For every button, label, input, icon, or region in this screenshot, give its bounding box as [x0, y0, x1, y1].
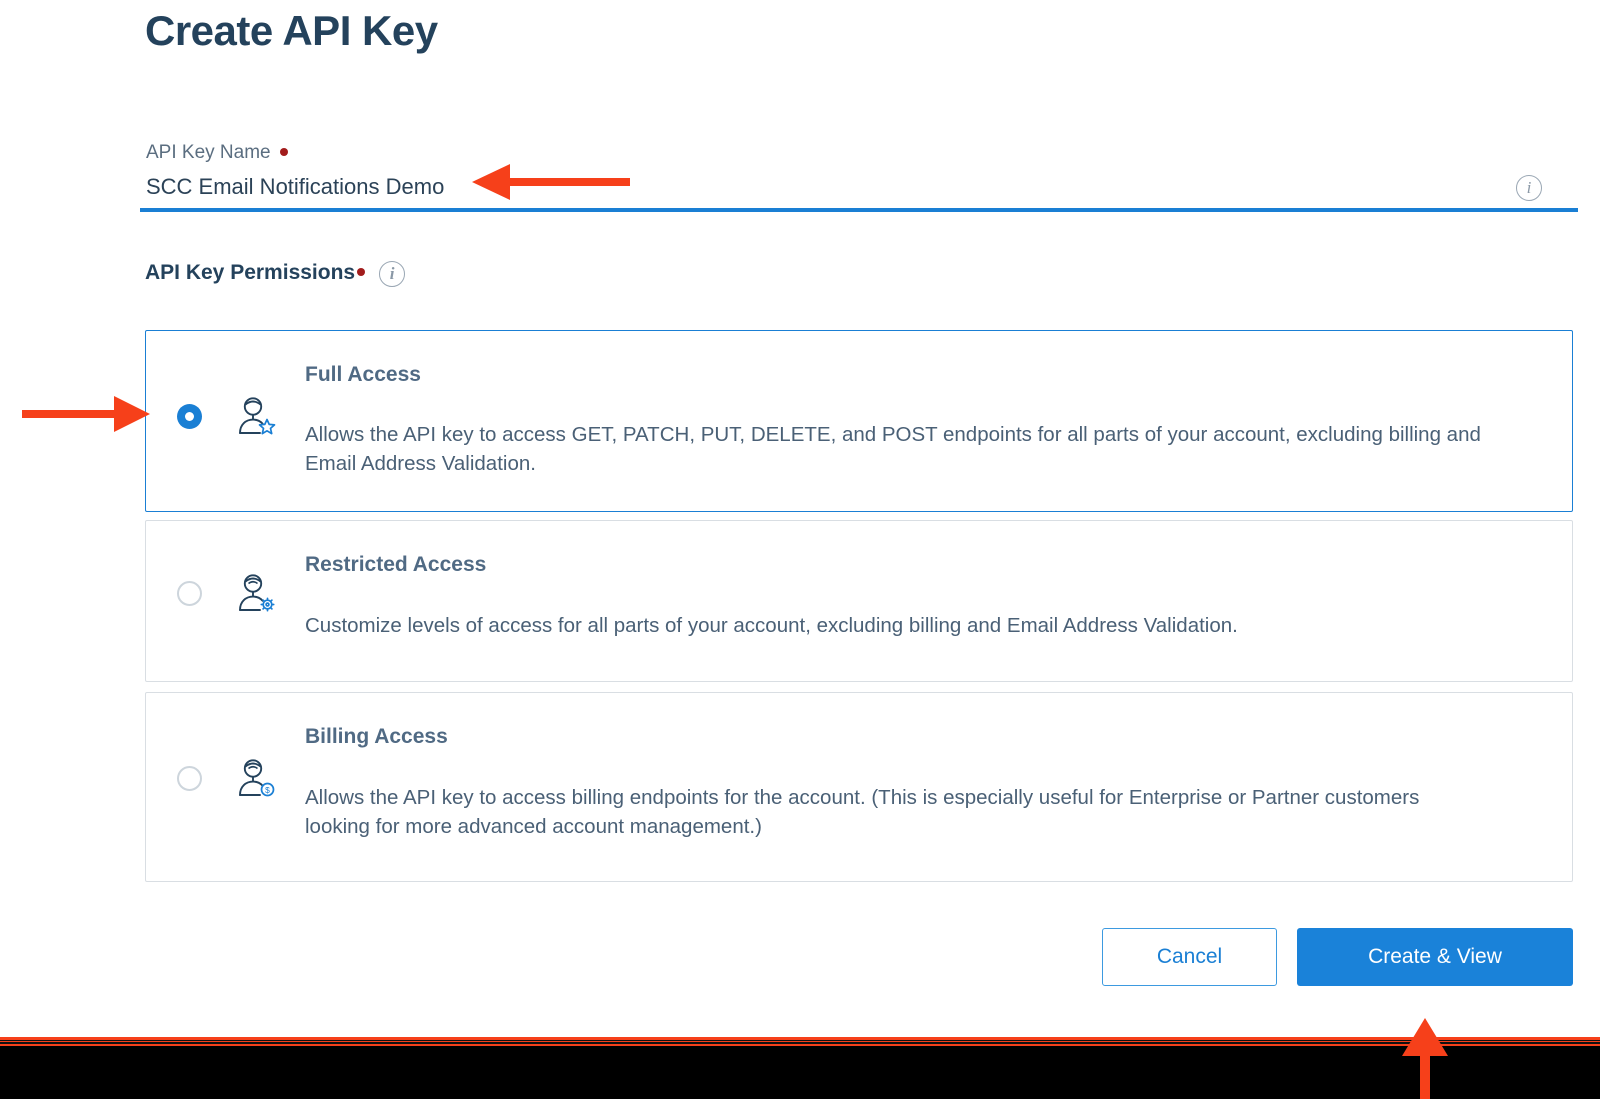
full-access-radio[interactable] — [177, 404, 202, 429]
info-icon[interactable]: i — [379, 261, 405, 287]
permission-option-billing-access[interactable]: $ Billing Access Allows the API key to a… — [145, 692, 1573, 882]
api-key-permissions-label: API Key Permissions i — [145, 260, 405, 286]
person-star-icon — [234, 394, 278, 438]
page-title: Create API Key — [145, 8, 438, 54]
permission-option-full-access[interactable]: Full Access Allows the API key to access… — [145, 330, 1573, 512]
api-key-name-input[interactable] — [146, 174, 786, 200]
api-key-name-label: API Key Name — [146, 142, 288, 164]
annotation-red-rule — [0, 1037, 1600, 1046]
svg-text:$: $ — [265, 785, 270, 795]
option-title: Full Access — [305, 363, 421, 387]
cancel-button[interactable]: Cancel — [1102, 928, 1277, 986]
option-description: Allows the API key to access billing end… — [305, 783, 1485, 841]
api-key-name-label-text: API Key Name — [146, 142, 271, 163]
create-and-view-button[interactable]: Create & View — [1297, 928, 1573, 986]
option-description: Allows the API key to access GET, PATCH,… — [305, 420, 1505, 478]
api-key-permissions-label-text: API Key Permissions — [145, 261, 355, 285]
person-dollar-icon: $ — [234, 756, 278, 800]
api-key-name-underline — [140, 208, 1578, 212]
option-description: Customize levels of access for all parts… — [305, 611, 1505, 640]
option-title: Restricted Access — [305, 553, 486, 577]
permission-option-restricted-access[interactable]: Restricted Access Customize levels of ac… — [145, 520, 1573, 682]
person-gear-icon — [234, 571, 278, 615]
create-api-key-page: Create API Key API Key Name i API Key Pe… — [0, 0, 1600, 1099]
required-dot — [280, 148, 288, 156]
option-title: Billing Access — [305, 725, 448, 749]
arrow-to-full-access-radio-icon — [22, 390, 152, 438]
billing-access-radio[interactable] — [177, 766, 202, 791]
info-icon[interactable]: i — [1516, 175, 1542, 201]
bottom-black-band — [0, 1046, 1600, 1099]
restricted-access-radio[interactable] — [177, 581, 202, 606]
required-dot — [357, 268, 365, 276]
